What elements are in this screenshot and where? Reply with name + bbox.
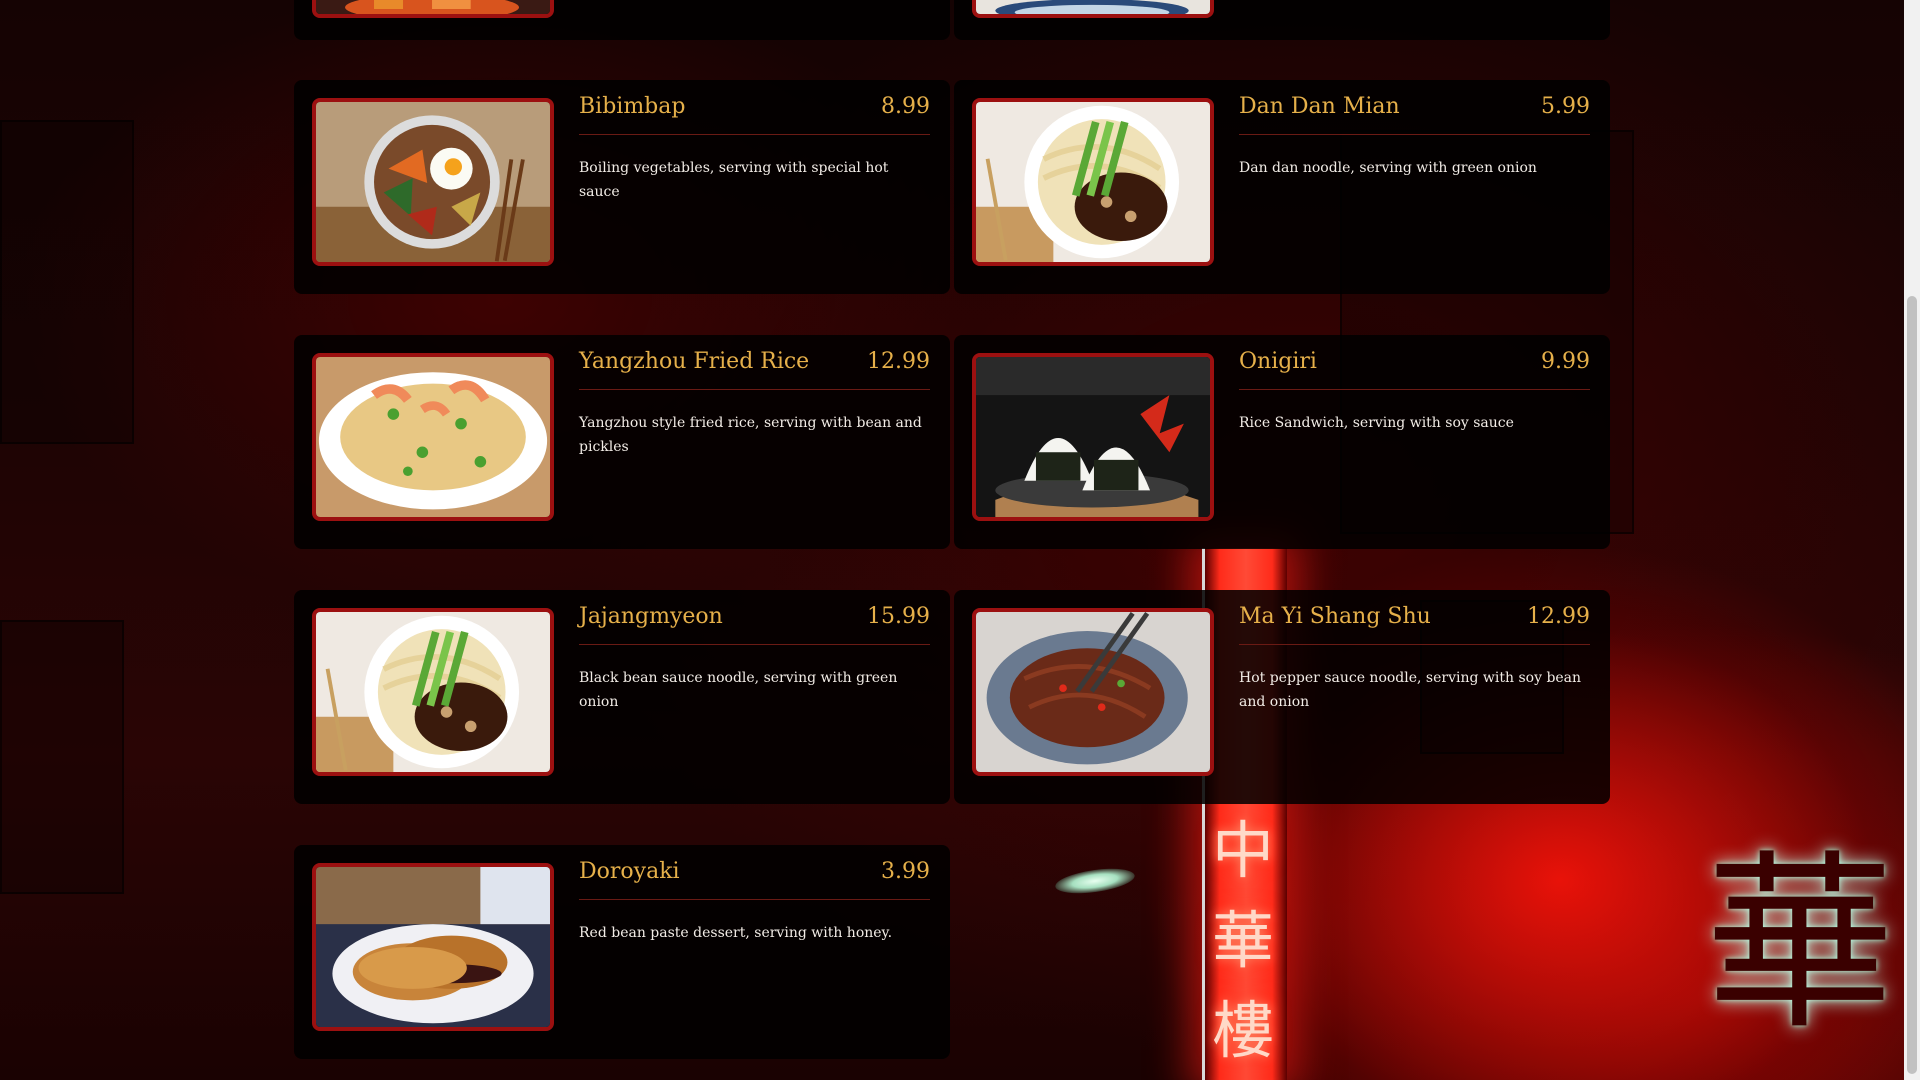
dish-photo-jajangmyeon bbox=[312, 608, 554, 776]
neon-sign-char: 樓 bbox=[1211, 994, 1274, 1067]
dish-name: Onigiri bbox=[1239, 349, 1317, 374]
dish-photo-bibimbap bbox=[312, 98, 554, 266]
menu-card[interactable]: Ma Yi Shang Shu 12.99 Hot pepper sauce n… bbox=[954, 590, 1610, 804]
dish-price: 15.99 bbox=[867, 604, 930, 629]
dish-name: Yangzhou Fried Rice bbox=[579, 349, 810, 374]
dish-description: Red bean paste dessert, serving with hon… bbox=[579, 925, 893, 941]
dish-photo-ma-yi-shang-shu bbox=[972, 608, 1214, 776]
dish-photo-partial bbox=[972, 0, 1214, 18]
dish-price: 9.99 bbox=[1541, 349, 1590, 374]
dish-photo-dan-dan-mian bbox=[972, 98, 1214, 266]
street-lamp bbox=[1053, 864, 1137, 898]
menu-card[interactable]: Jajangmyeon 15.99 Black bean sauce noodl… bbox=[294, 590, 950, 804]
menu-card-partial bbox=[294, 0, 950, 40]
dish-name: Ma Yi Shang Shu bbox=[1239, 604, 1431, 629]
dish-description: Yangzhou style fried rice, serving with … bbox=[579, 415, 922, 455]
divider bbox=[579, 899, 930, 900]
dish-photo-fried-rice bbox=[312, 353, 554, 521]
dish-description: Dan dan noodle, serving with green onion bbox=[1239, 160, 1537, 176]
dish-price: 3.99 bbox=[881, 859, 930, 884]
divider bbox=[579, 644, 930, 645]
dish-price: 12.99 bbox=[867, 349, 930, 374]
menu-card-partial bbox=[954, 0, 1610, 40]
dish-description: Boiling vegetables, serving with special… bbox=[579, 160, 889, 200]
divider bbox=[579, 389, 930, 390]
divider bbox=[1239, 644, 1590, 645]
dish-name: Bibimbap bbox=[579, 94, 686, 119]
storefront-sign-char: 華 bbox=[1704, 834, 1895, 1055]
dish-price: 8.99 bbox=[881, 94, 930, 119]
dish-name: Doroyaki bbox=[579, 859, 680, 884]
dish-price: 12.99 bbox=[1527, 604, 1590, 629]
dish-description: Rice Sandwich, serving with soy sauce bbox=[1239, 415, 1514, 431]
page-background: 中 華 樓 華 Bibimbap 8.99 Boiling vegetables… bbox=[0, 0, 1920, 1080]
scrollbar-thumb[interactable] bbox=[1907, 296, 1917, 1074]
neon-sign-char: 華 bbox=[1211, 904, 1274, 977]
divider bbox=[1239, 389, 1590, 390]
page-scrollbar[interactable] bbox=[1904, 0, 1920, 1080]
background-window bbox=[0, 120, 134, 444]
dish-description: Black bean sauce noodle, serving with gr… bbox=[579, 670, 898, 710]
divider bbox=[579, 134, 930, 135]
dish-price: 5.99 bbox=[1541, 94, 1590, 119]
dish-photo-partial bbox=[312, 0, 554, 18]
menu-card[interactable]: Doroyaki 3.99 Red bean paste dessert, se… bbox=[294, 845, 950, 1059]
menu-card[interactable]: Onigiri 9.99 Rice Sandwich, serving with… bbox=[954, 335, 1610, 549]
dish-name: Jajangmyeon bbox=[579, 604, 723, 629]
divider bbox=[1239, 134, 1590, 135]
menu-card[interactable]: Bibimbap 8.99 Boiling vegetables, servin… bbox=[294, 80, 950, 294]
menu-card[interactable]: Dan Dan Mian 5.99 Dan dan noodle, servin… bbox=[954, 80, 1610, 294]
neon-sign-char: 中 bbox=[1211, 814, 1274, 887]
dish-name: Dan Dan Mian bbox=[1239, 94, 1400, 119]
background-window bbox=[0, 620, 124, 894]
menu-card[interactable]: Yangzhou Fried Rice 12.99 Yangzhou style… bbox=[294, 335, 950, 549]
dish-photo-onigiri bbox=[972, 353, 1214, 521]
dish-description: Hot pepper sauce noodle, serving with so… bbox=[1239, 670, 1582, 710]
dish-photo-doroyaki bbox=[312, 863, 554, 1031]
